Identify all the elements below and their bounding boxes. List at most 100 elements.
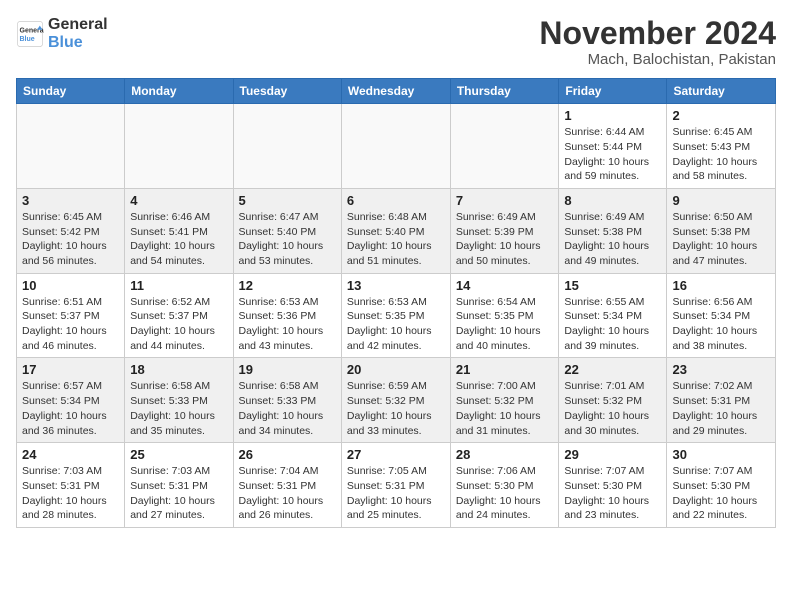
table-row: 5 Sunrise: 6:47 AMSunset: 5:40 PMDaylight…: [233, 188, 341, 273]
table-row: [17, 104, 125, 189]
table-row: 28 Sunrise: 7:06 AMSunset: 5:30 PMDayligh…: [450, 443, 559, 528]
day-number: 27: [347, 447, 445, 462]
col-monday: Monday: [125, 79, 233, 104]
calendar-week-row: 17 Sunrise: 6:57 AMSunset: 5:34 PMDayligh…: [17, 358, 776, 443]
table-row: 19Sunrise: 6:58 AMSunset: 5:33 PMDayligh…: [233, 358, 341, 443]
table-row: 1Sunrise: 6:44 AMSunset: 5:44 PMDaylight…: [559, 104, 667, 189]
day-info: Sunrise: 7:07 AMSunset: 5:30 PMDaylight:…: [672, 464, 770, 523]
col-friday: Friday: [559, 79, 667, 104]
day-info: Sunrise: 7:05 AMSunset: 5:31 PMDaylight:…: [347, 464, 445, 523]
day-info: Sunrise: 6:56 AMSunset: 5:34 PMDaylight:…: [672, 295, 770, 354]
day-number: 17: [22, 362, 119, 377]
day-info: Sunrise: 6:49 AMSunset: 5:39 PMDaylight:…: [456, 210, 554, 269]
day-number: 30: [672, 447, 770, 462]
day-number: 20: [347, 362, 445, 377]
table-row: 30 Sunrise: 7:07 AMSunset: 5:30 PMDayligh…: [667, 443, 776, 528]
table-row: 20 Sunrise: 6:59 AMSunset: 5:32 PMDayligh…: [341, 358, 450, 443]
calendar-week-row: 10 Sunrise: 6:51 AMSunset: 5:37 PMDayligh…: [17, 273, 776, 358]
table-row: 3 Sunrise: 6:45 AMSunset: 5:42 PMDaylight…: [17, 188, 125, 273]
svg-text:Blue: Blue: [20, 36, 35, 43]
table-row: 6Sunrise: 6:48 AMSunset: 5:40 PMDaylight…: [341, 188, 450, 273]
logo: General Blue General Blue: [16, 16, 108, 51]
day-info: Sunrise: 6:52 AMSunset: 5:37 PMDaylight:…: [130, 295, 227, 354]
day-number: 22: [564, 362, 661, 377]
table-row: 27 Sunrise: 7:05 AMSunset: 5:31 PMDayligh…: [341, 443, 450, 528]
table-row: 8 Sunrise: 6:49 AMSunset: 5:38 PMDaylight…: [559, 188, 667, 273]
day-info: Sunrise: 7:07 AMSunset: 5:30 PMDaylight:…: [564, 464, 661, 523]
col-wednesday: Wednesday: [341, 79, 450, 104]
day-info: Sunrise: 6:53 AMSunset: 5:35 PMDaylight:…: [347, 295, 445, 354]
day-info: Sunrise: 6:49 AMSunset: 5:38 PMDaylight:…: [564, 210, 661, 269]
logo-general-text: General: [48, 16, 108, 34]
day-number: 19: [239, 362, 336, 377]
day-number: 29: [564, 447, 661, 462]
table-row: 13 Sunrise: 6:53 AMSunset: 5:35 PMDayligh…: [341, 273, 450, 358]
calendar-header: Sunday Monday Tuesday Wednesday Thursday…: [17, 79, 776, 104]
day-info: Sunrise: 7:03 AMSunset: 5:31 PMDaylight:…: [22, 464, 119, 523]
table-row: 18Sunrise: 6:58 AMSunset: 5:33 PMDayligh…: [125, 358, 233, 443]
day-number: 26: [239, 447, 336, 462]
day-info: Sunrise: 6:50 AMSunset: 5:38 PMDaylight:…: [672, 210, 770, 269]
table-row: 16 Sunrise: 6:56 AMSunset: 5:34 PMDayligh…: [667, 273, 776, 358]
col-sunday: Sunday: [17, 79, 125, 104]
table-row: [125, 104, 233, 189]
calendar-week-row: 24 Sunrise: 7:03 AMSunset: 5:31 PMDayligh…: [17, 443, 776, 528]
day-number: 16: [672, 278, 770, 293]
table-row: [341, 104, 450, 189]
logo-icon: General Blue: [16, 20, 44, 48]
day-info: Sunrise: 6:51 AMSunset: 5:37 PMDaylight:…: [22, 295, 119, 354]
day-number: 24: [22, 447, 119, 462]
day-number: 15: [564, 278, 661, 293]
day-number: 9: [672, 193, 770, 208]
day-number: 1: [564, 108, 661, 123]
table-row: 23Sunrise: 7:02 AMSunset: 5:31 PMDayligh…: [667, 358, 776, 443]
table-row: 26 Sunrise: 7:04 AMSunset: 5:31 PMDayligh…: [233, 443, 341, 528]
day-number: 5: [239, 193, 336, 208]
table-row: 29 Sunrise: 7:07 AMSunset: 5:30 PMDayligh…: [559, 443, 667, 528]
day-info: Sunrise: 7:06 AMSunset: 5:30 PMDaylight:…: [456, 464, 554, 523]
day-number: 21: [456, 362, 554, 377]
table-row: 15Sunrise: 6:55 AMSunset: 5:34 PMDayligh…: [559, 273, 667, 358]
calendar-week-row: 1Sunrise: 6:44 AMSunset: 5:44 PMDaylight…: [17, 104, 776, 189]
table-row: 24 Sunrise: 7:03 AMSunset: 5:31 PMDayligh…: [17, 443, 125, 528]
day-info: Sunrise: 7:01 AMSunset: 5:32 PMDaylight:…: [564, 379, 661, 438]
page-header: General Blue General Blue November 2024 …: [16, 16, 776, 68]
day-info: Sunrise: 6:53 AMSunset: 5:36 PMDaylight:…: [239, 295, 336, 354]
day-number: 3: [22, 193, 119, 208]
day-number: 28: [456, 447, 554, 462]
day-info: Sunrise: 7:02 AMSunset: 5:31 PMDaylight:…: [672, 379, 770, 438]
day-info: Sunrise: 6:48 AMSunset: 5:40 PMDaylight:…: [347, 210, 445, 269]
day-info: Sunrise: 6:45 AMSunset: 5:42 PMDaylight:…: [22, 210, 119, 269]
table-row: 9 Sunrise: 6:50 AMSunset: 5:38 PMDaylight…: [667, 188, 776, 273]
day-info: Sunrise: 7:03 AMSunset: 5:31 PMDaylight:…: [130, 464, 227, 523]
table-row: 10 Sunrise: 6:51 AMSunset: 5:37 PMDayligh…: [17, 273, 125, 358]
header-row: Sunday Monday Tuesday Wednesday Thursday…: [17, 79, 776, 104]
day-number: 25: [130, 447, 227, 462]
table-row: 7 Sunrise: 6:49 AMSunset: 5:39 PMDaylight…: [450, 188, 559, 273]
day-number: 13: [347, 278, 445, 293]
table-row: 21 Sunrise: 7:00 AMSunset: 5:32 PMDayligh…: [450, 358, 559, 443]
day-info: Sunrise: 7:00 AMSunset: 5:32 PMDaylight:…: [456, 379, 554, 438]
month-title: November 2024: [539, 16, 776, 51]
table-row: 11 Sunrise: 6:52 AMSunset: 5:37 PMDayligh…: [125, 273, 233, 358]
table-row: 12 Sunrise: 6:53 AMSunset: 5:36 PMDayligh…: [233, 273, 341, 358]
table-row: [450, 104, 559, 189]
day-info: Sunrise: 6:57 AMSunset: 5:34 PMDaylight:…: [22, 379, 119, 438]
day-info: Sunrise: 6:54 AMSunset: 5:35 PMDaylight:…: [456, 295, 554, 354]
day-number: 12: [239, 278, 336, 293]
table-row: 25 Sunrise: 7:03 AMSunset: 5:31 PMDayligh…: [125, 443, 233, 528]
col-thursday: Thursday: [450, 79, 559, 104]
location-title: Mach, Balochistan, Pakistan: [539, 51, 776, 68]
day-info: Sunrise: 7:04 AMSunset: 5:31 PMDaylight:…: [239, 464, 336, 523]
day-number: 2: [672, 108, 770, 123]
day-info: Sunrise: 6:47 AMSunset: 5:40 PMDaylight:…: [239, 210, 336, 269]
day-number: 11: [130, 278, 227, 293]
col-saturday: Saturday: [667, 79, 776, 104]
table-row: 14Sunrise: 6:54 AMSunset: 5:35 PMDayligh…: [450, 273, 559, 358]
title-area: November 2024 Mach, Balochistan, Pakista…: [539, 16, 776, 68]
day-info: Sunrise: 6:59 AMSunset: 5:32 PMDaylight:…: [347, 379, 445, 438]
day-number: 4: [130, 193, 227, 208]
day-number: 10: [22, 278, 119, 293]
day-number: 7: [456, 193, 554, 208]
day-number: 8: [564, 193, 661, 208]
